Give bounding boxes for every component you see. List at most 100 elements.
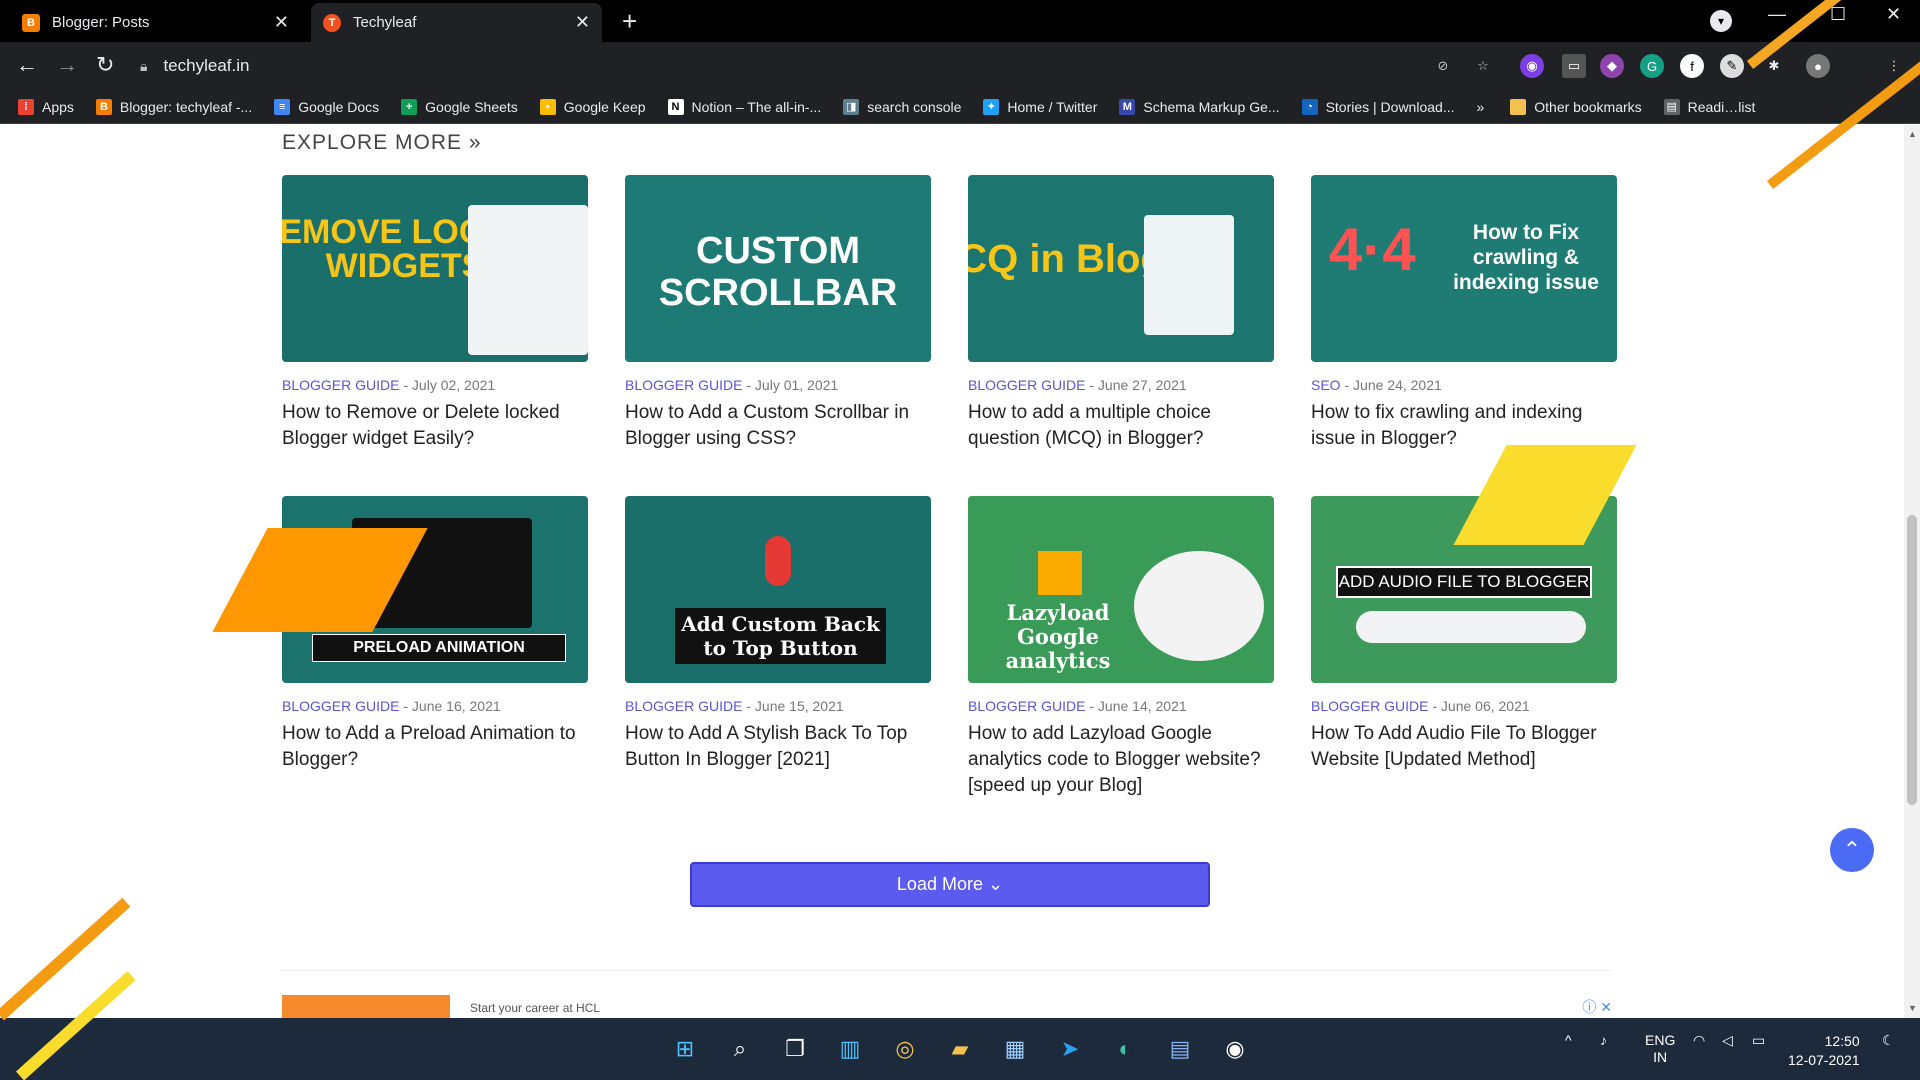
bookmark-google-sheets[interactable]: + Google Sheets: [401, 98, 518, 115]
sheets-icon: +: [401, 98, 418, 115]
post-title[interactable]: How to add a multiple choice question (M…: [968, 400, 1274, 452]
post-category[interactable]: BLOGGER GUIDE: [968, 698, 1085, 714]
post-title[interactable]: How to Add A Stylish Back To Top Button …: [625, 721, 931, 773]
post-card[interactable]: REMOVE LOCKED WIDGETS BLOGGER GUIDE - Ju…: [282, 175, 588, 452]
post-card[interactable]: MCQ in Blogger BLOGGER GUIDE - June 27, …: [968, 175, 1274, 452]
post-thumbnail[interactable]: 4·4 How to Fix crawling & indexing issue: [1311, 175, 1617, 362]
post-card[interactable]: 4·4 How to Fix crawling & indexing issue…: [1311, 175, 1617, 452]
language-indicator[interactable]: ENG IN: [1645, 1032, 1675, 1066]
post-date: July 01, 2021: [754, 377, 839, 393]
ad-banner[interactable]: Start your career at HCL ⓘ ✕: [282, 995, 1612, 1018]
post-category[interactable]: BLOGGER GUIDE: [625, 698, 742, 714]
profile-avatar-icon[interactable]: ●: [1806, 54, 1830, 78]
post-card[interactable]: Add Custom Back to Top Button BLOGGER GU…: [625, 496, 931, 773]
post-category[interactable]: BLOGGER GUIDE: [282, 377, 399, 393]
tab-title: Techyleaf: [353, 14, 417, 31]
post-category[interactable]: BLOGGER GUIDE: [968, 377, 1085, 393]
extension-window-icon[interactable]: ▭: [1562, 54, 1586, 78]
obs-icon[interactable]: ◉: [1218, 1032, 1252, 1066]
tray-overflow-icon[interactable]: ^: [1565, 1032, 1572, 1048]
wifi-icon[interactable]: ◠: [1693, 1032, 1705, 1049]
post-thumbnail[interactable]: Add Custom Back to Top Button: [625, 496, 931, 683]
tab-search-icon[interactable]: ▾: [1710, 10, 1732, 32]
extension-new-icon[interactable]: ◉: [1520, 54, 1544, 78]
post-category[interactable]: BLOGGER GUIDE: [282, 698, 399, 714]
explore-more-heading[interactable]: EXPLORE MORE »: [282, 131, 482, 155]
bookmark-schema-markup[interactable]: M Schema Markup Ge...: [1119, 98, 1280, 115]
bookmark-stories[interactable]: ◔ Stories | Download...: [1301, 98, 1454, 115]
font-extension-icon[interactable]: f: [1680, 54, 1704, 78]
new-tab-icon[interactable]: +: [622, 6, 637, 37]
post-title[interactable]: How to Remove or Delete locked Blogger w…: [282, 400, 588, 452]
back-icon[interactable]: ←: [16, 52, 38, 78]
post-thumbnail[interactable]: CUSTOM SCROLLBAR: [625, 175, 931, 362]
grammarly-icon[interactable]: G: [1640, 54, 1664, 78]
post-card[interactable]: Lazyload Google analytics BLOGGER GUIDE …: [968, 496, 1274, 799]
scroll-thumb[interactable]: [1907, 515, 1917, 805]
post-date: June 27, 2021: [1097, 377, 1187, 393]
volume-icon[interactable]: ◁: [1722, 1032, 1733, 1049]
close-icon[interactable]: ✕: [575, 12, 590, 33]
system-clock[interactable]: 12:50 12-07-2021: [1788, 1032, 1860, 1070]
eye-off-icon[interactable]: ⊘: [1431, 54, 1455, 78]
widgets-icon[interactable]: ▥: [833, 1032, 867, 1066]
windows-start-icon[interactable]: ⊞: [668, 1032, 702, 1066]
scroll-up-icon[interactable]: ▲: [1908, 129, 1917, 139]
reading-list[interactable]: ▤ Readi…list: [1663, 98, 1755, 115]
picker-extension-icon[interactable]: ✎: [1720, 54, 1744, 78]
bookmark-notion[interactable]: N Notion – The all-in-...: [667, 98, 821, 115]
post-thumbnail[interactable]: MCQ in Blogger: [968, 175, 1274, 362]
task-view-icon[interactable]: ❐: [778, 1032, 812, 1066]
post-title[interactable]: How to Add a Custom Scrollbar in Blogger…: [625, 400, 931, 452]
minimize-icon[interactable]: —: [1768, 4, 1786, 25]
window-close-icon[interactable]: ✕: [1886, 4, 1901, 25]
file-explorer-icon[interactable]: ▰: [943, 1032, 977, 1066]
tab-blogger-posts[interactable]: B Blogger: Posts ✕: [10, 3, 301, 42]
battery-icon[interactable]: ▭: [1752, 1032, 1765, 1049]
chrome-icon[interactable]: ◎: [888, 1032, 922, 1066]
post-title[interactable]: How to add Lazyload Google analytics cod…: [968, 721, 1274, 799]
bookmark-blogger[interactable]: B Blogger: techyleaf -...: [95, 98, 252, 115]
photos-icon[interactable]: ▦: [998, 1032, 1032, 1066]
post-category[interactable]: SEO: [1311, 377, 1341, 393]
notification-icon[interactable]: ☾: [1882, 1032, 1895, 1049]
maximize-icon[interactable]: ☐: [1830, 4, 1846, 25]
forward-icon[interactable]: →: [56, 52, 78, 78]
page-scrollbar[interactable]: ▲ ▼: [1904, 125, 1920, 1018]
windows-taskbar: ⊞ ⌕ ❐ ▥ ◎ ▰ ▦ ➤ ◐ ▤ ◉ ^ ♪ ENG IN ◠ ◁ ▭ 1…: [0, 1018, 1920, 1080]
bookmark-apps[interactable]: ⁞ Apps: [18, 98, 74, 115]
microphone-icon[interactable]: ♪: [1600, 1032, 1607, 1048]
bookmark-google-docs[interactable]: ≡ Google Docs: [274, 98, 379, 115]
bookmark-other[interactable]: Other bookmarks: [1510, 98, 1642, 115]
blogger-icon: B: [95, 98, 112, 115]
post-date: June 06, 2021: [1440, 698, 1530, 714]
bookmark-search-console[interactable]: ◨ search console: [843, 98, 961, 115]
post-category[interactable]: BLOGGER GUIDE: [1311, 698, 1428, 714]
bookmark-twitter[interactable]: ✦ Home / Twitter: [983, 98, 1097, 115]
ad-close-icon[interactable]: ⓘ ✕: [1582, 997, 1612, 1017]
address-bar[interactable]: 🔒︎ techyleaf.in: [140, 48, 1490, 84]
back-to-top-icon[interactable]: ⌃: [1830, 828, 1874, 872]
edge-icon[interactable]: ◐: [1108, 1032, 1142, 1066]
reload-icon[interactable]: ↻: [96, 52, 114, 78]
bookmarks-overflow-icon[interactable]: »: [1476, 99, 1484, 115]
star-icon[interactable]: ☆: [1471, 54, 1495, 78]
divider: [282, 970, 1612, 971]
tab-techyleaf[interactable]: T Techyleaf ✕: [311, 3, 602, 42]
extension-purple-icon[interactable]: ◆: [1600, 54, 1624, 78]
notepad-icon[interactable]: ▤: [1163, 1032, 1197, 1066]
post-title[interactable]: How to Add a Preload Animation to Blogge…: [282, 721, 588, 773]
thumbnail-text: CUSTOM SCROLLBAR: [658, 230, 898, 314]
load-more-button[interactable]: Load More ⌄: [690, 862, 1210, 907]
telegram-icon[interactable]: ➤: [1053, 1032, 1087, 1066]
post-thumbnail[interactable]: Lazyload Google analytics: [968, 496, 1274, 683]
bookmark-google-keep[interactable]: ▪ Google Keep: [539, 98, 646, 115]
url-text: techyleaf.in: [163, 56, 250, 75]
close-icon[interactable]: ✕: [274, 12, 289, 33]
post-card[interactable]: CUSTOM SCROLLBAR BLOGGER GUIDE - July 01…: [625, 175, 931, 452]
scroll-down-icon[interactable]: ▼: [1908, 1003, 1917, 1013]
post-category[interactable]: BLOGGER GUIDE: [625, 377, 742, 393]
post-thumbnail[interactable]: REMOVE LOCKED WIDGETS: [282, 175, 588, 362]
taskbar-search-icon[interactable]: ⌕: [723, 1032, 757, 1066]
post-title[interactable]: How To Add Audio File To Blogger Website…: [1311, 721, 1617, 773]
